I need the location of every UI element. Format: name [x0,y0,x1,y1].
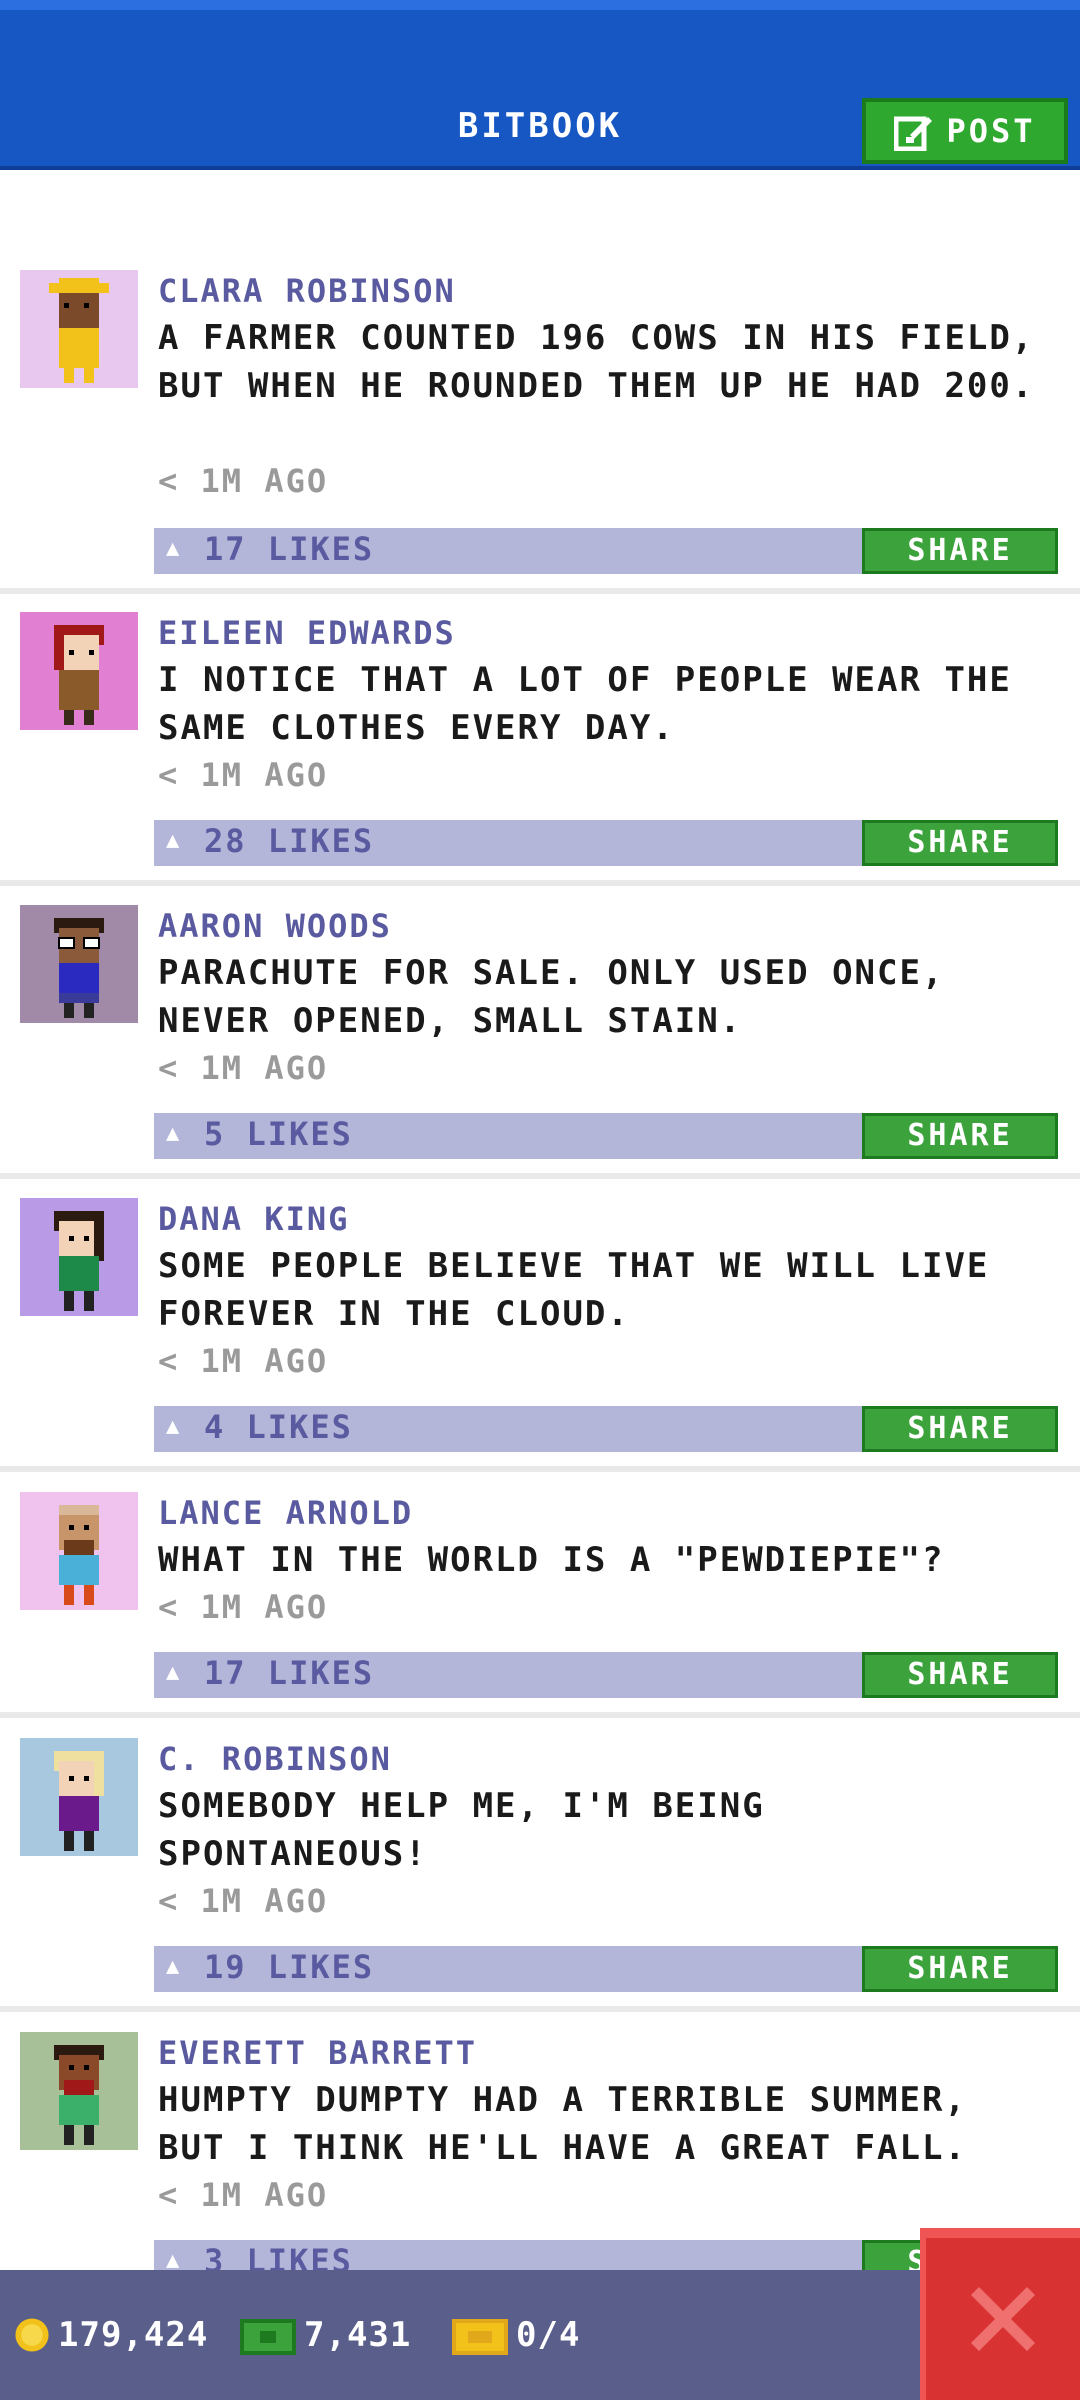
divider [0,1173,1080,1179]
avatar[interactable] [20,905,138,1023]
post-text: PARACHUTE FOR SALE. ONLY USED ONCE, NEVE… [158,953,945,1041]
like-bar[interactable]: ▲ 4 LIKES SHARE [154,1406,1058,1452]
avatar[interactable] [20,1492,138,1610]
like-count: 28 LIKES [204,822,375,860]
thumbs-up-icon: ▲ [166,1414,180,1439]
feed-list[interactable]: CLARA ROBINSON A FARMER COUNTED 196 COWS… [0,170,1080,2270]
post-text: I NOTICE THAT A LOT OF PEOPLE WEAR THE S… [158,660,1012,748]
close-button[interactable] [920,2228,1080,2400]
post-text: A FARMER COUNTED 196 COWS IN HIS FIELD, … [158,318,1035,406]
status-bar: 179,424 7,431 0/4 [0,2270,1080,2400]
divider [0,588,1080,594]
post-button-label: POST [946,112,1036,150]
avatar[interactable] [20,612,138,730]
cash-icon [240,2319,296,2355]
coin-icon [15,2318,49,2352]
coins-stat: 179,424 [14,2310,208,2360]
avatar[interactable] [20,1198,138,1316]
like-count: 17 LIKES [204,1654,375,1692]
avatar[interactable] [20,270,138,388]
close-icon [971,2287,1035,2351]
cash-value: 7,431 [304,2315,412,2355]
post-time: < 1M AGO [158,1588,329,1626]
post-time: < 1M AGO [158,1049,329,1087]
header-bar: BITBOOK POST [0,0,1080,170]
ticket-icon [452,2319,508,2355]
post-author[interactable]: C. ROBINSON [158,1740,392,1778]
like-bar[interactable]: ▲ 5 LIKES SHARE [154,1113,1058,1159]
share-button[interactable]: SHARE [862,1113,1058,1159]
edit-icon [894,111,934,151]
post-time: < 1M AGO [158,462,329,500]
divider [0,1466,1080,1472]
post-author[interactable]: DANA KING [158,1200,349,1238]
like-count: 17 LIKES [204,530,375,568]
post-author[interactable]: EILEEN EDWARDS [158,614,456,652]
thumbs-up-icon: ▲ [166,1660,180,1685]
like-count: 3 LIKES [204,2242,353,2270]
share-button[interactable]: SHARE [862,820,1058,866]
thumbs-up-icon: ▲ [166,536,180,561]
thumbs-up-icon: ▲ [166,1954,180,1979]
thumbs-up-icon: ▲ [166,828,180,853]
tickets-value: 0/4 [516,2315,581,2355]
post-text: SOMEBODY HELP ME, I'M BEING SPONTANEOUS! [158,1786,765,1874]
share-button[interactable]: SHARE [862,1652,1058,1698]
cash-stat: 7,431 [240,2310,411,2360]
thumbs-up-icon: ▲ [166,2248,180,2271]
avatar[interactable] [20,1738,138,1856]
like-bar[interactable]: ▲ 17 LIKES SHARE [154,528,1058,574]
post-author[interactable]: AARON WOODS [158,907,392,945]
divider [0,2006,1080,2012]
avatar[interactable] [20,2032,138,2150]
coins-value: 179,424 [58,2315,209,2355]
post-time: < 1M AGO [158,756,329,794]
like-bar[interactable]: ▲ 28 LIKES SHARE [154,820,1058,866]
like-bar[interactable]: ▲ 19 LIKES SHARE [154,1946,1058,1992]
post-time: < 1M AGO [158,2176,329,2214]
post-time: < 1M AGO [158,1342,329,1380]
post-text: SOME PEOPLE BELIEVE THAT WE WILL LIVE FO… [158,1246,990,1334]
tickets-stat: 0/4 [452,2310,580,2360]
post-author[interactable]: CLARA ROBINSON [158,272,456,310]
share-button[interactable]: SHARE [862,1406,1058,1452]
like-count: 19 LIKES [204,1948,375,1986]
post-author[interactable]: LANCE ARNOLD [158,1494,413,1532]
share-button[interactable]: SHARE [862,528,1058,574]
share-button[interactable]: SHARE [862,1946,1058,1992]
divider [0,880,1080,886]
post-button[interactable]: POST [862,98,1068,164]
post-time: < 1M AGO [158,1882,329,1920]
post-author[interactable]: EVERETT BARRETT [158,2034,477,2072]
thumbs-up-icon: ▲ [166,1121,180,1146]
divider [0,1712,1080,1718]
post-text: HUMPTY DUMPTY HAD A TERRIBLE SUMMER, BUT… [158,2080,967,2168]
like-count: 4 LIKES [204,1408,353,1446]
post-text: WHAT IN THE WORLD IS A "PEWDIEPIE"? [158,1540,945,1580]
like-bar[interactable]: ▲ 17 LIKES SHARE [154,1652,1058,1698]
like-count: 5 LIKES [204,1115,353,1153]
